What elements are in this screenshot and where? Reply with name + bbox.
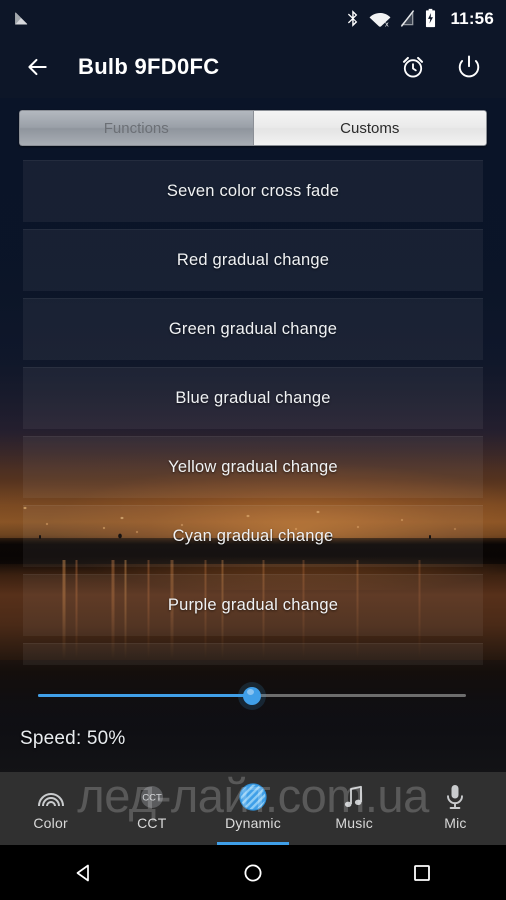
list-item[interactable]: Seven color cross fade [23,160,483,222]
status-bar-clock: 11:56 [450,8,494,28]
list-item-label: Yellow gradual change [168,458,338,476]
list-item-label: Green gradual change [168,320,338,338]
tab-music-label: Music [335,815,373,831]
list-item[interactable]: Yellow gradual change [23,436,483,498]
list-item[interactable]: Blue gradual change [23,367,483,429]
app-bar: Bulb 9FD0FC [0,36,506,98]
cellular-off-icon [400,9,415,28]
back-triangle-icon[interactable] [0,861,169,885]
list-item-label: Red gradual change [176,251,330,269]
speed-slider[interactable] [0,676,506,716]
slider-thumb[interactable] [243,687,261,705]
cct-circle-icon: CCT [137,780,167,814]
speed-value-label: Speed: 50% [20,728,126,749]
tab-dynamic[interactable]: Dynamic [202,772,303,845]
android-n-logo-icon [12,9,31,28]
list-item[interactable]: Cyan gradual change [23,505,483,567]
effect-list[interactable]: Seven color cross fade Red gradual chang… [23,160,483,665]
tab-customs-label: Customs [340,119,400,137]
app-bar-actions [396,50,490,84]
tab-mic-label: Mic [444,815,467,831]
list-item[interactable]: Purple gradual change [23,574,483,636]
bluetooth-icon [346,9,360,28]
striped-circle-icon [236,780,270,814]
status-bar-notifications [12,9,31,28]
tab-functions[interactable]: Functions [19,110,253,146]
list-item-label: Cyan gradual change [172,527,334,545]
android-navigation-bar [0,845,506,900]
bottom-tab-bar: Color CCT CCT Dynamic Music Mic [0,772,506,845]
list-item-label: Seven color cross fade [166,182,340,200]
tab-cct-label: CCT [137,815,167,831]
back-arrow-icon[interactable] [16,46,58,88]
tab-color-label: Color [33,815,68,831]
alarm-clock-icon[interactable] [396,50,430,84]
svg-text:x: x [385,19,389,28]
recents-square-icon[interactable] [337,862,506,884]
mode-segmented-control: Functions Customs [19,110,487,146]
list-item[interactable]: Green gradual change [23,298,483,360]
list-item-partial[interactable] [23,643,483,665]
tab-music[interactable]: Music [304,772,405,845]
tab-mic[interactable]: Mic [405,772,506,845]
tab-functions-label: Functions [103,119,169,137]
music-note-icon [341,780,367,814]
svg-text:CCT: CCT [142,793,162,804]
wifi-off-icon: x [369,9,391,28]
tab-dynamic-label: Dynamic [225,815,281,831]
tab-customs[interactable]: Customs [252,110,487,146]
home-circle-icon[interactable] [169,861,338,885]
status-bar-system-icons: x 11:56 [346,8,494,28]
status-bar: x 11:56 [0,0,506,36]
bulb-controller-screen: x 11:56 Bulb 9FD0FC Functions Customs Se… [0,0,506,900]
tab-cct[interactable]: CCT CCT [101,772,202,845]
microphone-icon [443,780,467,814]
list-item-label: Purple gradual change [167,596,339,614]
tab-color[interactable]: Color [0,772,101,845]
list-item[interactable]: Red gradual change [23,229,483,291]
power-icon[interactable] [452,50,486,84]
page-title: Bulb 9FD0FC [78,54,220,79]
rainbow-arc-icon [36,780,66,814]
list-item-label: Blue gradual change [175,389,331,407]
battery-charging-icon [424,8,437,28]
slider-fill [38,694,252,697]
